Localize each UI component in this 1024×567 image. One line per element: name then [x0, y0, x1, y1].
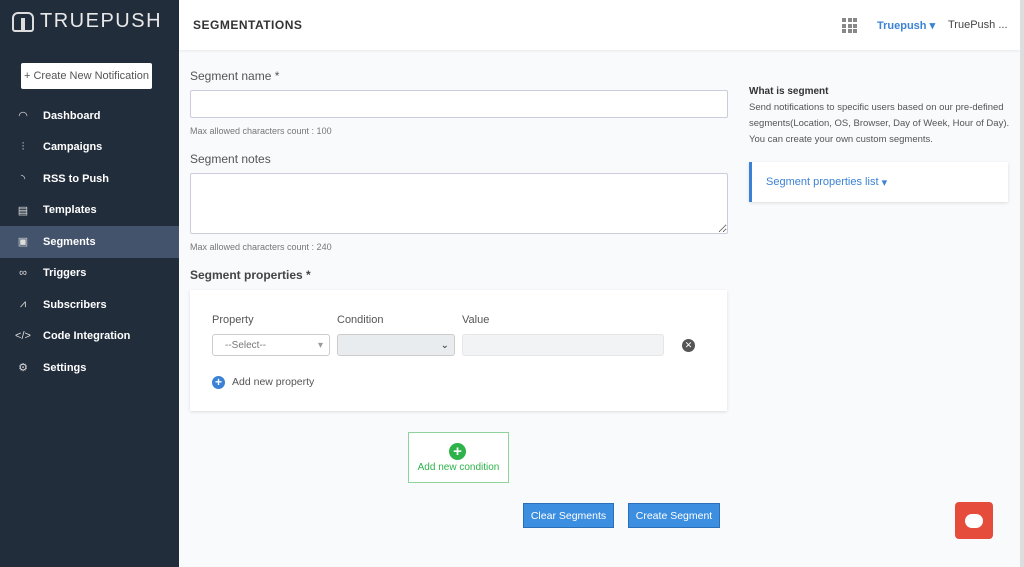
add-condition-button[interactable]: + Add new condition [408, 432, 509, 483]
segment-name-input[interactable] [190, 90, 728, 118]
label: Segments [43, 235, 96, 248]
triggers-icon: ∞ [19, 267, 27, 280]
add-property-link[interactable]: Add new property [232, 376, 314, 388]
chat-button[interactable] [955, 502, 993, 539]
properties-list-label: Segment properties list [766, 176, 879, 188]
sliders-icon: ⫶ [21, 140, 25, 153]
segment-info: What is segment Send notifications to sp… [749, 84, 1011, 148]
apps-grid-icon[interactable] [842, 18, 857, 33]
segment-name-label: Segment name * [190, 69, 280, 83]
sidebar-item-settings[interactable]: ⚙ Settings [0, 352, 179, 384]
caret-down-icon: ▾ [929, 20, 936, 32]
sidebar: TRUEPUSH + Create New Notification ◠ Dash… [0, 0, 179, 567]
subscribers-icon: ⩘ [19, 298, 27, 311]
sidebar-item-segments[interactable]: ▣ Segments [0, 226, 179, 258]
sidebar-item-subscribers[interactable]: ⩘ Subscribers [0, 289, 179, 321]
property-header: Property [212, 314, 254, 326]
segment-properties-list-toggle[interactable]: Segment properties list ▾ [749, 162, 1008, 202]
truepush-logo-icon [12, 11, 34, 32]
scrollbar[interactable] [1020, 0, 1024, 567]
template-icon: ▤ [17, 204, 29, 217]
condition-select[interactable]: ⌄ [337, 334, 455, 356]
value-header: Value [462, 314, 490, 326]
segment-notes-label: Segment notes [190, 152, 271, 166]
clear-segments-button[interactable]: Clear Segments [523, 503, 614, 528]
segments-icon: ▣ [17, 236, 29, 249]
create-notification-button[interactable]: + Create New Notification [21, 63, 152, 89]
user-menu[interactable]: TruePush ... [948, 19, 1008, 31]
label: Subscribers [43, 298, 107, 311]
label: Dashboard [43, 109, 101, 122]
logo-text: TRUEPUSH [40, 10, 163, 32]
property-select[interactable]: --Select-- ▾ [212, 334, 330, 356]
sidebar-item-rss[interactable]: ◝ RSS to Push [0, 163, 179, 195]
label: RSS to Push [43, 172, 110, 185]
chat-bubble-icon [965, 513, 983, 528]
add-condition-icon: + [449, 443, 466, 460]
segment-properties-label: Segment properties * [190, 268, 311, 282]
page-title: SEGMENTATIONS [193, 18, 303, 32]
sidebar-item-dashboard[interactable]: ◠ Dashboard [0, 100, 179, 132]
label: Templates [43, 204, 97, 217]
sidebar-nav: ◠ Dashboard ⫶ Campaigns ◝ RSS to Push ▤ Temp… [0, 100, 179, 384]
brand-dropdown[interactable]: Truepush ▾ [877, 19, 935, 32]
info-title: What is segment [749, 86, 829, 97]
sidebar-item-campaigns[interactable]: ⫶ Campaigns [0, 132, 179, 164]
notes-hint: Max allowed characters count : 240 [190, 242, 332, 252]
label: Code Integration [43, 330, 131, 343]
sidebar-item-code-integration[interactable]: </> Code Integration [0, 321, 179, 353]
sidebar-item-templates[interactable]: ▤ Templates [0, 195, 179, 227]
add-property-icon[interactable]: + [212, 376, 225, 389]
chevron-down-icon: ⌄ [440, 339, 449, 351]
segment-notes-input[interactable] [190, 173, 728, 234]
label: Campaigns [43, 141, 103, 154]
caret-down-icon: ▾ [317, 339, 323, 351]
info-text: Send notifications to specific users bas… [749, 102, 1010, 145]
value-input[interactable] [462, 334, 664, 356]
property-select-value: --Select-- [225, 339, 267, 351]
label: Triggers [43, 267, 87, 280]
caret-down-icon: ▾ [881, 176, 888, 189]
create-segment-button[interactable]: Create Segment [628, 503, 720, 528]
code-icon: </> [15, 330, 31, 343]
brand-name: Truepush [877, 20, 927, 32]
add-condition-label: Add new condition [417, 462, 500, 473]
remove-property-icon[interactable]: ✕ [682, 339, 695, 352]
gear-icon: ⚙ [18, 362, 28, 375]
name-hint: Max allowed characters count : 100 [190, 126, 332, 136]
condition-header: Condition [337, 314, 384, 326]
segment-properties-card: Property Condition Value --Select-- ▾ ⌄ ✕… [190, 290, 727, 411]
rss-icon: ◝ [20, 173, 26, 186]
logo[interactable]: TRUEPUSH [12, 10, 162, 33]
sidebar-item-triggers[interactable]: ∞ Triggers [0, 258, 179, 290]
label: Settings [43, 361, 87, 374]
gauge-icon: ◠ [18, 110, 28, 123]
header: SEGMENTATIONS Truepush ▾ TruePush ... [179, 0, 1020, 50]
